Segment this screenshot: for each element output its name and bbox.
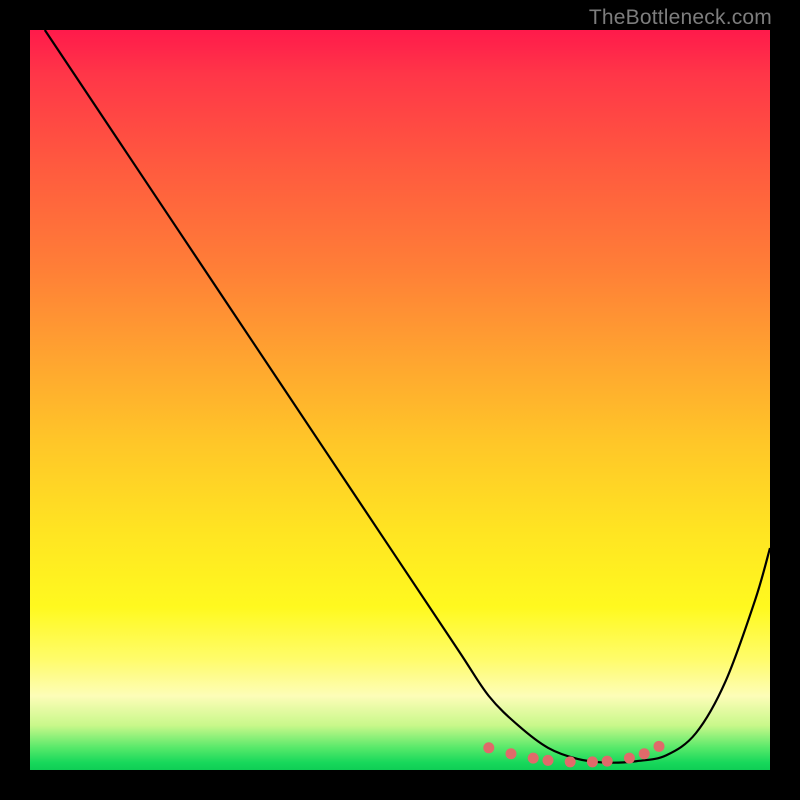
highlight-dot xyxy=(654,741,665,752)
chart-svg xyxy=(30,30,770,770)
plot-area xyxy=(30,30,770,770)
highlight-dot xyxy=(543,755,554,766)
highlight-dot xyxy=(639,748,650,759)
highlight-dots-group xyxy=(483,741,664,768)
highlight-dot xyxy=(565,756,576,767)
highlight-dot xyxy=(528,753,539,764)
highlight-dot xyxy=(602,756,613,767)
bottleneck-curve-path xyxy=(45,30,770,763)
highlight-dot xyxy=(506,748,517,759)
highlight-dot xyxy=(624,753,635,764)
watermark-text: TheBottleneck.com xyxy=(589,6,772,30)
highlight-dot xyxy=(483,742,494,753)
highlight-dot xyxy=(587,756,598,767)
chart-frame: TheBottleneck.com xyxy=(0,0,800,800)
